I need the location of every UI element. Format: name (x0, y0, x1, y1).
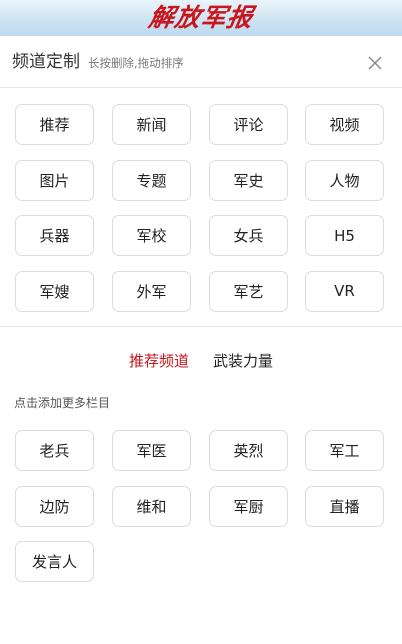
channel-chip[interactable]: 评论 (209, 104, 288, 145)
channel-chip[interactable]: 推荐 (15, 104, 94, 145)
app-logo: 解放军报 (146, 3, 256, 32)
channel-chip[interactable]: 军工 (305, 430, 384, 471)
tab-recommended-channels[interactable]: 推荐频道 (129, 350, 189, 372)
channel-chip[interactable]: 外军 (112, 270, 191, 312)
tab-armed-forces[interactable]: 武装力量 (213, 350, 273, 372)
app-header: 解放军报 (0, 0, 402, 36)
channel-chip[interactable]: 女兵 (209, 215, 288, 256)
channel-chip[interactable]: H5 (305, 215, 384, 256)
channel-chip[interactable]: 军校 (112, 215, 191, 256)
channel-chip[interactable]: 图片 (15, 159, 94, 201)
channel-chip[interactable]: 军嫂 (15, 270, 94, 312)
close-icon[interactable] (366, 54, 384, 72)
channel-chip[interactable]: 军医 (112, 430, 191, 471)
channel-chip[interactable]: 发言人 (15, 541, 94, 582)
channel-chip[interactable]: VR (305, 270, 384, 312)
channel-chip[interactable]: 维和 (112, 485, 191, 527)
channel-chip[interactable]: 边防 (15, 485, 94, 527)
channel-chip[interactable]: 新闻 (112, 104, 191, 145)
channel-chip[interactable]: 兵器 (15, 215, 94, 256)
channel-chip[interactable]: 专题 (112, 159, 191, 201)
channel-chip[interactable]: 视频 (305, 104, 384, 145)
channel-chip[interactable]: 老兵 (15, 430, 94, 471)
add-more-hint: 点击添加更多栏目 (14, 396, 111, 410)
channel-chip[interactable]: 直播 (305, 485, 384, 527)
panel-title-bar: 频道定制 长按删除,拖动排序 (0, 36, 402, 88)
channel-chip[interactable]: 军史 (209, 159, 288, 201)
channel-chip[interactable]: 军厨 (209, 485, 288, 527)
channel-chip[interactable]: 人物 (305, 159, 384, 201)
channel-chip[interactable]: 军艺 (209, 270, 288, 312)
panel-subtitle: 长按删除,拖动排序 (88, 56, 184, 70)
channel-chip[interactable]: 英烈 (209, 430, 288, 471)
panel-title: 频道定制 (12, 52, 80, 72)
section-divider (0, 326, 402, 327)
